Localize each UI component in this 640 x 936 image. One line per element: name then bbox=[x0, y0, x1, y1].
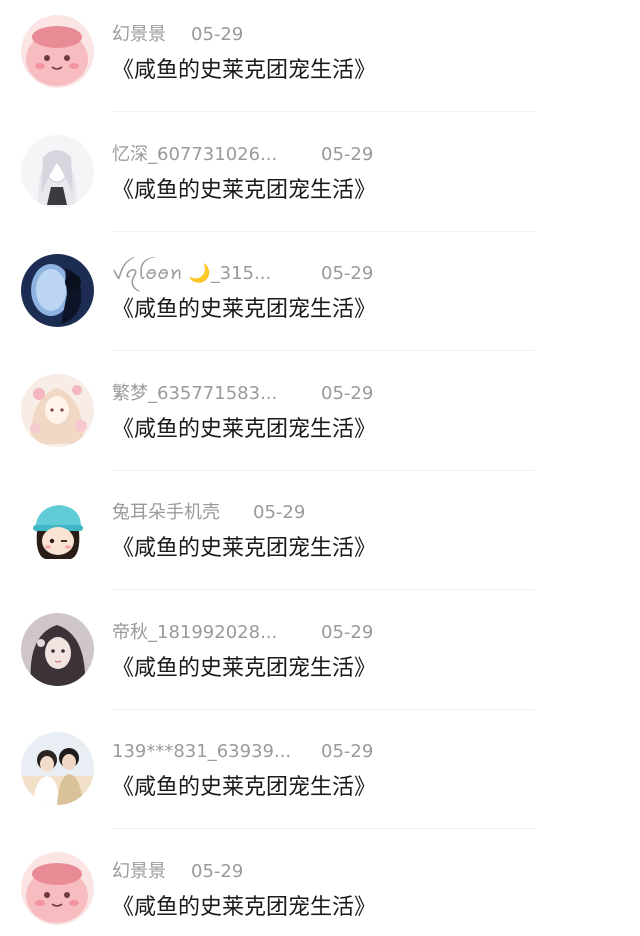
airplane-window-avatar[interactable] bbox=[21, 254, 94, 327]
comment-meta: 帝秋_181992028... 05-29 bbox=[112, 619, 373, 647]
comment-meta: 幻景景 05-29 bbox=[112, 858, 243, 886]
book-title-link[interactable]: 《咸鱼的史莱克团宠生活》 bbox=[112, 411, 376, 449]
username[interactable]: ꪜꪖꪶꪮꪮꪀ 🌙_315... bbox=[112, 260, 271, 288]
book-title-link[interactable]: 《咸鱼的史莱克团宠生活》 bbox=[112, 530, 376, 568]
divider bbox=[112, 828, 535, 829]
comment-meta: 139***831_63939... 05-29 bbox=[112, 738, 373, 766]
comment-item[interactable]: 忆深_607731026... 05-29 《咸鱼的史莱克团宠生活》 bbox=[0, 120, 640, 240]
comment-item[interactable]: 幻景景 05-29 《咸鱼的史莱克团宠生活》 bbox=[0, 0, 640, 120]
book-title-link[interactable]: 《咸鱼的史莱克团宠生活》 bbox=[112, 650, 376, 688]
divider bbox=[112, 350, 535, 351]
cartoon-hat-girl-avatar[interactable] bbox=[21, 493, 94, 566]
divider bbox=[112, 589, 535, 590]
comment-item[interactable]: ꪜꪖꪶꪮꪮꪀ 🌙_315... 05-29 《咸鱼的史莱克团宠生活》 bbox=[0, 239, 640, 359]
comment-meta: 忆深_607731026... 05-29 bbox=[112, 141, 373, 169]
username[interactable]: 兔耳朵手机壳 bbox=[112, 499, 220, 527]
divider bbox=[112, 709, 535, 710]
pink-blob-avatar[interactable] bbox=[21, 15, 94, 88]
comment-date: 05-29 bbox=[321, 263, 374, 284]
comment-list: 幻景景 05-29 《咸鱼的史莱克团宠生活》 忆深_607731026... 0… bbox=[0, 0, 640, 936]
username[interactable]: 139***831_63939... bbox=[112, 738, 291, 766]
comment-item[interactable]: 繁梦_635771583... 05-29 《咸鱼的史莱克团宠生活》 bbox=[0, 359, 640, 479]
anime-girl-flowers-avatar[interactable] bbox=[21, 374, 94, 447]
comment-date: 05-29 bbox=[253, 502, 306, 523]
username[interactable]: 繁梦_635771583... bbox=[112, 380, 277, 408]
username[interactable]: 幻景景 bbox=[112, 21, 166, 49]
comment-date: 05-29 bbox=[321, 144, 374, 165]
divider bbox=[112, 111, 535, 112]
comment-item[interactable]: 139***831_63939... 05-29 《咸鱼的史莱克团宠生活》 bbox=[0, 717, 640, 837]
book-title-link[interactable]: 《咸鱼的史莱克团宠生活》 bbox=[112, 172, 376, 210]
sketch-girl-avatar[interactable] bbox=[21, 135, 94, 208]
username[interactable]: 帝秋_181992028... bbox=[112, 619, 277, 647]
comment-date: 05-29 bbox=[191, 861, 244, 882]
comment-item[interactable]: 帝秋_181992028... 05-29 《咸鱼的史莱克团宠生活》 bbox=[0, 598, 640, 718]
book-title-link[interactable]: 《咸鱼的史莱克团宠生活》 bbox=[112, 52, 376, 90]
pink-blob-avatar[interactable] bbox=[21, 852, 94, 925]
dark-hair-girl-avatar[interactable] bbox=[21, 613, 94, 686]
comment-date: 05-29 bbox=[191, 24, 244, 45]
comment-item[interactable]: 兔耳朵手机壳 05-29 《咸鱼的史莱克团宠生活》 bbox=[0, 478, 640, 598]
divider bbox=[112, 470, 535, 471]
username[interactable]: 忆深_607731026... bbox=[112, 141, 277, 169]
username[interactable]: 幻景景 bbox=[112, 858, 166, 886]
book-title-link[interactable]: 《咸鱼的史莱克团宠生活》 bbox=[112, 291, 376, 329]
comment-item[interactable]: 幻景景 05-29 《咸鱼的史莱克团宠生活》 bbox=[0, 837, 640, 936]
comment-meta: 繁梦_635771583... 05-29 bbox=[112, 380, 373, 408]
book-title-link[interactable]: 《咸鱼的史莱克团宠生活》 bbox=[112, 769, 376, 807]
comment-meta: 兔耳朵手机壳 05-29 bbox=[112, 499, 305, 527]
comment-date: 05-29 bbox=[321, 622, 374, 643]
comment-meta: 幻景景 05-29 bbox=[112, 21, 243, 49]
couple-photo-avatar[interactable] bbox=[21, 732, 94, 805]
comment-date: 05-29 bbox=[321, 383, 374, 404]
divider bbox=[112, 231, 535, 232]
comment-meta: ꪜꪖꪶꪮꪮꪀ 🌙_315... 05-29 bbox=[112, 260, 373, 288]
book-title-link[interactable]: 《咸鱼的史莱克团宠生活》 bbox=[112, 889, 376, 927]
comment-date: 05-29 bbox=[321, 741, 374, 762]
